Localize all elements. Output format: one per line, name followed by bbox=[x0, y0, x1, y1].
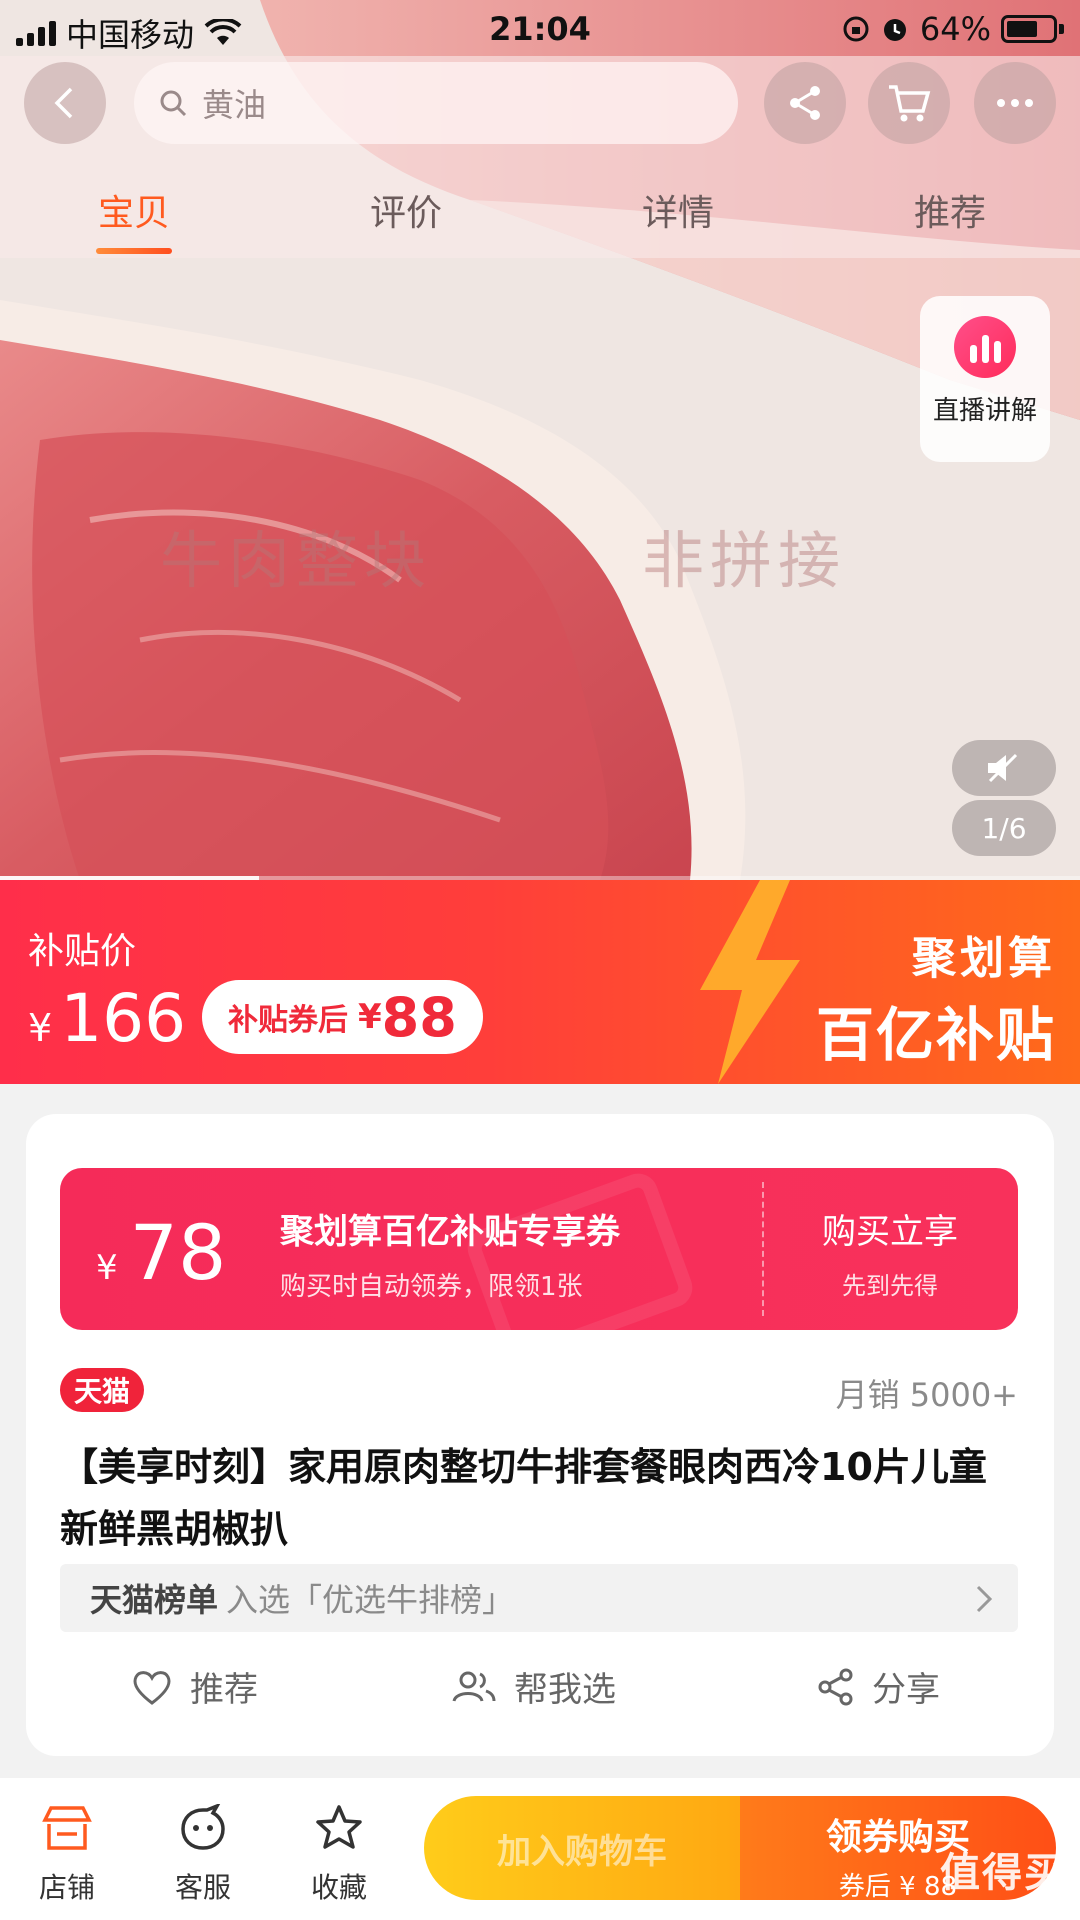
tab-item[interactable]: 宝贝 bbox=[64, 184, 204, 254]
coupon-title: 聚划算百亿补贴专享券 bbox=[280, 1212, 620, 1252]
tab-recommend[interactable]: 推荐 bbox=[880, 184, 1020, 236]
chevron-left-icon bbox=[54, 87, 73, 119]
battery-icon bbox=[1001, 15, 1057, 43]
share-product-button[interactable]: 分享 bbox=[816, 1662, 940, 1711]
chevron-right-icon bbox=[976, 1585, 993, 1613]
rotation-lock-icon bbox=[843, 16, 869, 42]
subsidy-price: ¥166 bbox=[28, 980, 187, 1057]
subsidy-price-label: 补贴价 bbox=[28, 931, 137, 972]
search-placeholder: 黄油 bbox=[202, 86, 267, 124]
exclusive-coupon[interactable]: ¥78 聚划算百亿补贴专享券 购买时自动领券，限领1张 购买立享 先到先得 bbox=[60, 1168, 1018, 1330]
product-actions: 推荐 帮我选 分享 bbox=[26, 1662, 1054, 1742]
add-to-cart-button[interactable]: 加入购物车 bbox=[424, 1796, 740, 1900]
product-title: 【美享时刻】家用原肉整切牛排套餐眼肉西冷10片儿童新鲜黑胡椒扒 bbox=[60, 1445, 987, 1551]
battery-percent: 64% bbox=[919, 10, 991, 48]
ranking-key: 天猫榜单 bbox=[90, 1581, 219, 1619]
live-label: 直播讲解 bbox=[932, 396, 1037, 426]
search-icon bbox=[160, 90, 187, 117]
coupon-amount: ¥78 bbox=[96, 1208, 227, 1297]
section-tabs: 宝贝 评价 详情 推荐 bbox=[0, 184, 1080, 258]
more-button[interactable] bbox=[974, 62, 1056, 144]
customer-service-button[interactable]: 客服 bbox=[148, 1798, 258, 1906]
more-dots-icon bbox=[997, 99, 1033, 107]
store-button[interactable]: 店铺 bbox=[12, 1798, 122, 1906]
recommend-button[interactable]: 推荐 bbox=[130, 1662, 258, 1711]
heart-icon bbox=[133, 1670, 171, 1705]
media-page-indicator: 1/6 bbox=[952, 800, 1056, 856]
product-info-card: ¥78 聚划算百亿补贴专享券 购买时自动领券，限领1张 购买立享 先到先得 天猫… bbox=[26, 1114, 1054, 1756]
alarm-icon bbox=[883, 19, 906, 41]
after-coupon-price-pill: 补贴券后 ¥ 88 bbox=[202, 980, 483, 1054]
monthly-sales: 月销 5000+ bbox=[835, 1376, 1018, 1414]
back-button[interactable] bbox=[24, 62, 106, 144]
live-icon bbox=[954, 316, 1016, 378]
people-icon bbox=[452, 1671, 496, 1702]
share-icon bbox=[790, 86, 820, 120]
tmall-badge: 天猫 bbox=[60, 1368, 145, 1412]
mute-button[interactable] bbox=[952, 740, 1056, 796]
cart-icon bbox=[889, 85, 931, 122]
juhuasuan-logo: 聚划算 百亿补贴 bbox=[815, 933, 1056, 1069]
search-input[interactable]: 黄油 bbox=[134, 62, 738, 144]
live-explain-button[interactable]: 直播讲解 bbox=[920, 296, 1050, 462]
share-icon bbox=[818, 1668, 853, 1705]
lightning-icon bbox=[700, 880, 800, 1084]
bottom-action-bar: 店铺 客服 收藏 加入购物车 领券购买 券后 ¥ 88 bbox=[0, 1778, 1080, 1920]
ranking-value: 入选「优选牛排榜」 bbox=[226, 1581, 515, 1619]
help-me-choose-button[interactable]: 帮我选 bbox=[450, 1662, 616, 1711]
star-icon bbox=[316, 1805, 362, 1849]
coupon-subtitle: 购买时自动领券，限领1张 bbox=[280, 1272, 583, 1302]
media-overlay-caption: 牛肉整块 非拼接 bbox=[160, 524, 847, 597]
coupon-buy-action[interactable]: 购买立享 bbox=[762, 1204, 1018, 1253]
tab-details[interactable]: 详情 bbox=[608, 184, 748, 236]
status-bar: 中国移动 21:04 64% bbox=[0, 0, 1080, 56]
subsidy-price-banner: 补贴价 ¥166 补贴券后 ¥ 88 聚划算 百亿补贴 bbox=[0, 880, 1080, 1084]
coupon-first-come-note: 先到先得 bbox=[842, 1272, 938, 1300]
share-button[interactable] bbox=[764, 62, 846, 144]
tmall-ranking-row[interactable]: 天猫榜单 入选「优选牛排榜」 bbox=[60, 1564, 1018, 1632]
site-watermark: 值得买 zhizhizhi.com bbox=[940, 1850, 1066, 1919]
tab-reviews[interactable]: 评价 bbox=[336, 184, 476, 236]
cart-button[interactable] bbox=[868, 62, 950, 144]
top-navigation: 黄油 宝贝 评价 详情 推荐 bbox=[0, 56, 1080, 258]
favorite-button[interactable]: 收藏 bbox=[284, 1798, 394, 1906]
store-icon bbox=[42, 1806, 92, 1850]
service-face-icon bbox=[181, 1804, 225, 1850]
speaker-muted-icon bbox=[988, 753, 1018, 783]
